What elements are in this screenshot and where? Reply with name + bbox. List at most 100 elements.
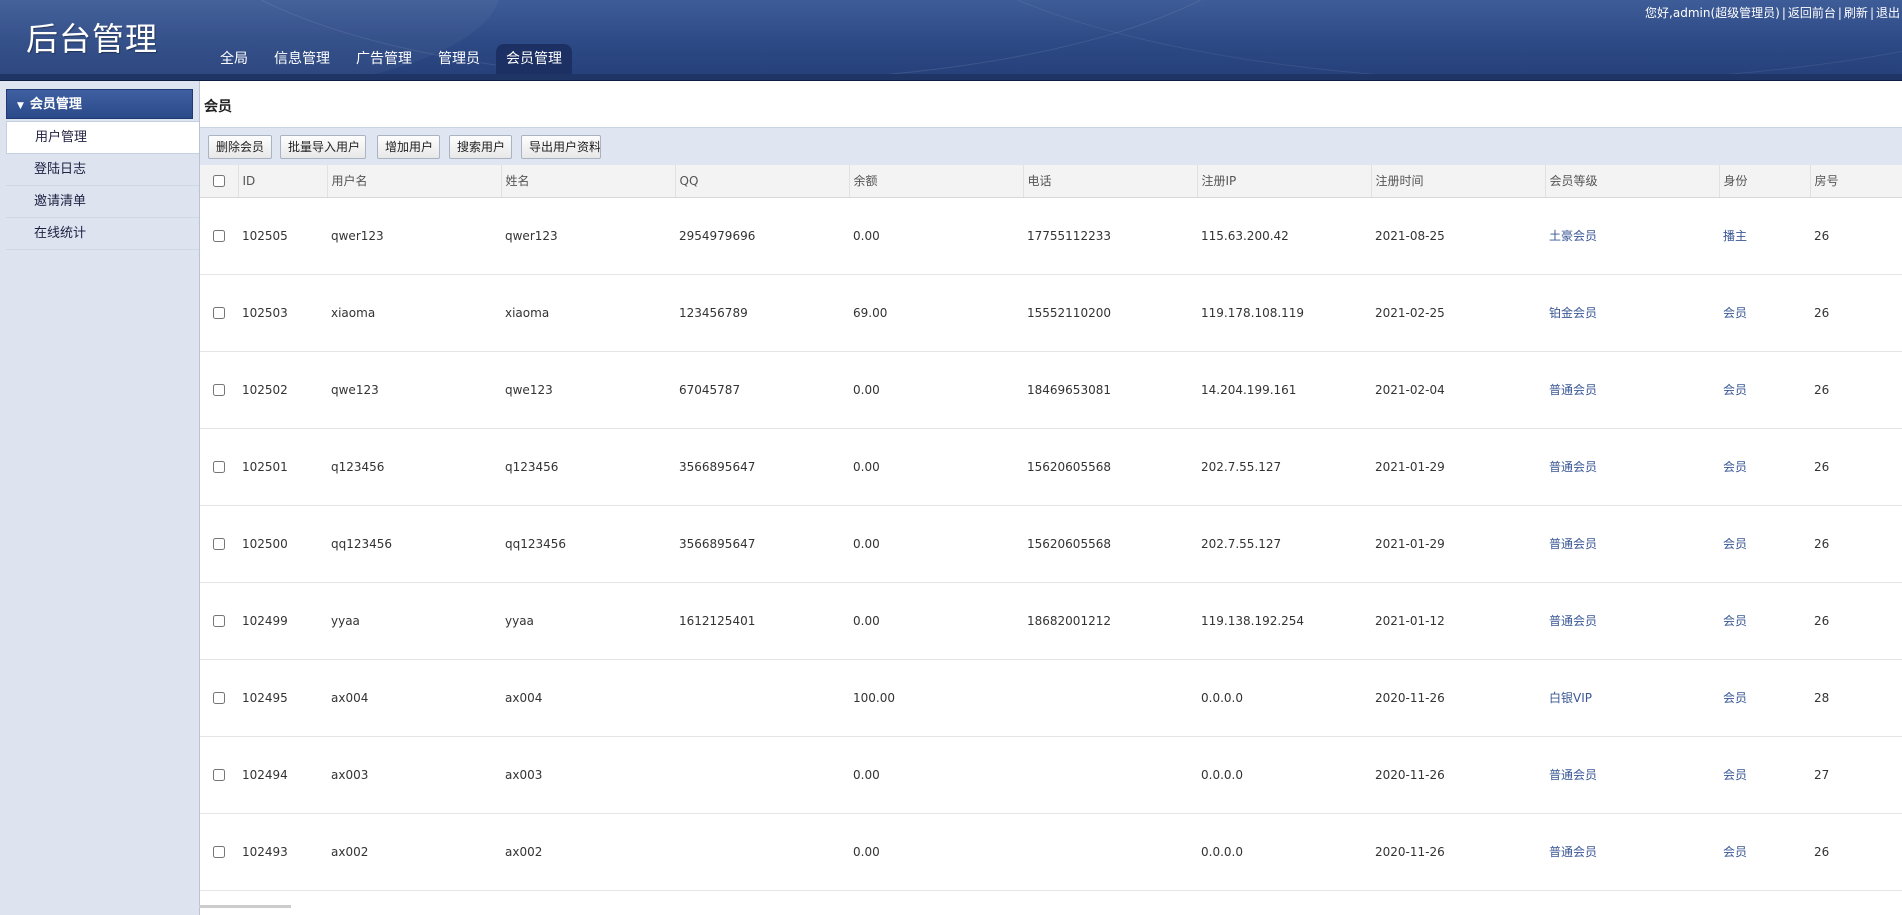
column-header-reg-date[interactable]: 注册时间 — [1370, 165, 1545, 198]
cell-balance: 0.00 — [849, 428, 1023, 506]
column-header-username[interactable]: 用户名 — [326, 165, 501, 198]
nav-ad-management[interactable]: 广告管理 — [346, 44, 422, 74]
cell-phone: 18682001212 — [1023, 582, 1197, 660]
row-checkbox[interactable] — [213, 384, 225, 396]
cell-reg-date: 2020-11-26 — [1371, 736, 1545, 814]
row-checkbox[interactable] — [213, 461, 225, 473]
column-header-phone[interactable]: 电话 — [1022, 165, 1197, 198]
sidebar: ▼ 会员管理 用户管理 登陆日志 邀请清单 在线统计 — [0, 81, 200, 915]
row-checkbox[interactable] — [213, 538, 225, 550]
column-header-room[interactable]: 房号 — [1809, 165, 1902, 198]
cell-name: xiaoma — [501, 274, 675, 352]
cell-member-level[interactable]: 白银VIP — [1545, 659, 1719, 737]
cell-phone: 15620605568 — [1023, 428, 1197, 506]
cell-phone — [1023, 813, 1197, 891]
row-checkbox[interactable] — [213, 769, 225, 781]
nav-member-management[interactable]: 会员管理 — [496, 44, 572, 74]
cell-member-level[interactable]: 铂金会员 — [1545, 274, 1719, 352]
row-checkbox[interactable] — [213, 307, 225, 319]
cell-member-level[interactable]: 普通会员 — [1545, 505, 1719, 583]
cell-id: 102501 — [238, 428, 327, 506]
cell-id: 102503 — [238, 274, 327, 352]
sidebar-item-login-log[interactable]: 登陆日志 — [6, 154, 199, 186]
cell-role[interactable]: 会员 — [1719, 505, 1810, 583]
nav-admins[interactable]: 管理员 — [428, 44, 490, 74]
cell-room: 26 — [1810, 813, 1902, 891]
row-checkbox[interactable] — [213, 692, 225, 704]
cell-name: qq123456 — [501, 505, 675, 583]
row-checkbox[interactable] — [213, 230, 225, 242]
cell-username: yyaa — [327, 582, 501, 660]
cell-username: xiaoma — [327, 274, 501, 352]
column-header-role[interactable]: 身份 — [1718, 165, 1810, 198]
row-checkbox[interactable] — [213, 615, 225, 627]
cell-balance: 0.00 — [849, 505, 1023, 583]
cell-qq: 1612125401 — [675, 582, 849, 660]
cell-role[interactable]: 会员 — [1719, 582, 1810, 660]
cell-member-level[interactable]: 土豪会员 — [1545, 197, 1719, 275]
cell-username: ax002 — [327, 813, 501, 891]
cell-member-level[interactable]: 普通会员 — [1545, 736, 1719, 814]
cell-role[interactable]: 会员 — [1719, 428, 1810, 506]
column-header-reg-ip[interactable]: 注册IP — [1196, 165, 1371, 198]
row-select-cell — [200, 736, 238, 814]
cell-role[interactable]: 会员 — [1719, 736, 1810, 814]
member-table: ID 用户名 姓名 QQ 余额 电话 注册IP 注册时间 会员等级 身份 房号 … — [200, 165, 1902, 891]
cell-member-level[interactable]: 普通会员 — [1545, 813, 1719, 891]
cell-username: qwe123 — [327, 351, 501, 429]
row-checkbox[interactable] — [213, 846, 225, 858]
column-header-name[interactable]: 姓名 — [500, 165, 675, 198]
bulk-import-users-button[interactable]: 批量导入用户 — [280, 135, 366, 159]
cell-room: 28 — [1810, 659, 1902, 737]
cell-member-level[interactable]: 普通会员 — [1545, 582, 1719, 660]
sidebar-item-user-management[interactable]: 用户管理 — [6, 121, 199, 154]
cell-qq — [675, 659, 849, 737]
nav-info-management[interactable]: 信息管理 — [264, 44, 340, 74]
table-row: 102502 qwe123 qwe123 67045787 0.00 1846965308… — [200, 351, 1902, 429]
table-row: 102495 ax004 ax004 100.00 0.0.0.0 2020-11-26 白… — [200, 659, 1902, 737]
column-header-id[interactable]: ID — [237, 165, 327, 198]
add-user-button[interactable]: 增加用户 — [377, 135, 440, 159]
cell-role[interactable]: 会员 — [1719, 659, 1810, 737]
cell-role[interactable]: 会员 — [1719, 813, 1810, 891]
delete-member-button[interactable]: 删除会员 — [208, 135, 272, 159]
column-header-qq[interactable]: QQ — [674, 165, 849, 198]
cell-name: qwe123 — [501, 351, 675, 429]
cell-id: 102499 — [238, 582, 327, 660]
cell-username: ax003 — [327, 736, 501, 814]
cell-role[interactable]: 播主 — [1719, 197, 1810, 275]
table-body: 102505 qwer123 qwer123 2954979696 0.00 177551… — [200, 197, 1902, 891]
cell-reg-ip: 119.138.192.254 — [1197, 582, 1371, 660]
sidebar-item-invite-list[interactable]: 邀请清单 — [6, 186, 199, 218]
select-all-checkbox[interactable] — [212, 175, 225, 188]
logout-link[interactable]: 退出 — [1876, 6, 1900, 20]
cell-reg-date: 2020-11-26 — [1371, 813, 1545, 891]
sidebar-item-online-stats[interactable]: 在线统计 — [6, 218, 199, 250]
cell-balance: 0.00 — [849, 813, 1023, 891]
export-users-button[interactable]: 导出用户资料 — [521, 135, 601, 159]
cell-reg-date: 2021-01-29 — [1371, 428, 1545, 506]
cell-username: ax004 — [327, 659, 501, 737]
row-select-cell — [200, 197, 238, 275]
cell-room: 26 — [1810, 582, 1902, 660]
cell-reg-date: 2021-02-25 — [1371, 274, 1545, 352]
cell-member-level[interactable]: 普通会员 — [1545, 428, 1719, 506]
column-header-balance[interactable]: 余额 — [848, 165, 1023, 198]
cell-balance: 100.00 — [849, 659, 1023, 737]
cell-role[interactable]: 会员 — [1719, 274, 1810, 352]
cell-username: qq123456 — [327, 505, 501, 583]
cell-role[interactable]: 会员 — [1719, 351, 1810, 429]
nav-global[interactable]: 全局 — [210, 44, 258, 74]
cell-id: 102494 — [238, 736, 327, 814]
row-select-cell — [200, 659, 238, 737]
back-to-frontend-link[interactable]: 返回前台 — [1788, 6, 1836, 20]
cell-room: 27 — [1810, 736, 1902, 814]
sidebar-section-header[interactable]: ▼ 会员管理 — [6, 89, 193, 119]
cell-member-level[interactable]: 普通会员 — [1545, 351, 1719, 429]
refresh-link[interactable]: 刷新 — [1844, 6, 1868, 20]
column-header-member-level[interactable]: 会员等级 — [1544, 165, 1719, 198]
cell-reg-ip: 202.7.55.127 — [1197, 505, 1371, 583]
search-users-button[interactable]: 搜索用户 — [449, 135, 512, 159]
cell-balance: 0.00 — [849, 197, 1023, 275]
cell-room: 26 — [1810, 428, 1902, 506]
